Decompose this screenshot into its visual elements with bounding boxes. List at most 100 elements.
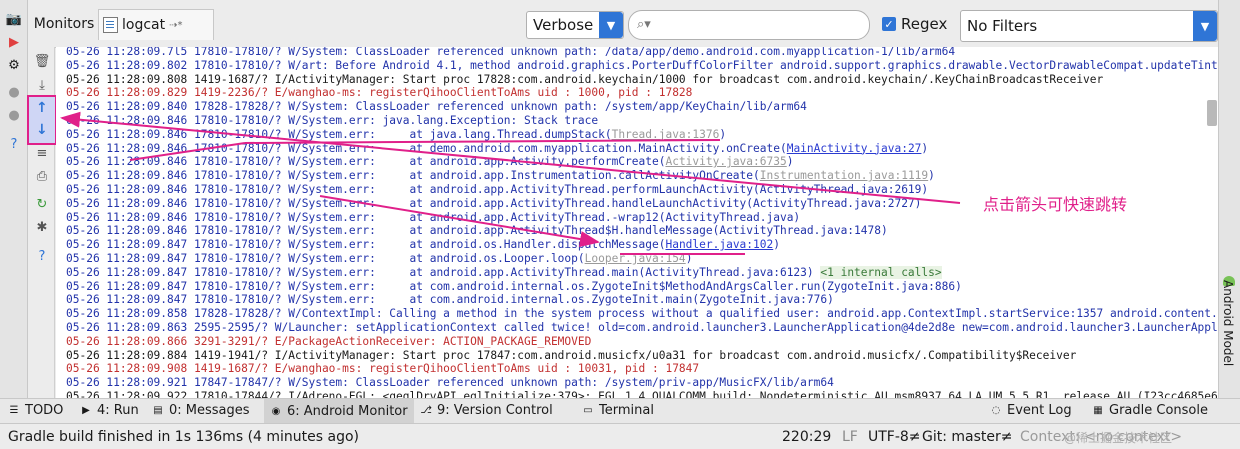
android-icon: ◉	[271, 405, 281, 417]
log-line[interactable]: 05-26 11:28:09.847 17810-17810/? W/Syste…	[66, 265, 942, 280]
log-line[interactable]: 05-26 11:28:09.847 17810-17810/? W/Syste…	[66, 238, 780, 252]
bottom-tab[interactable]: ▶ 4: Run	[80, 403, 139, 418]
log-line[interactable]: 05-26 11:28:09.846 17810-17810/? W/Syste…	[66, 114, 598, 128]
tab-monitors[interactable]: Monitors	[30, 10, 99, 38]
log-level-value: Verbose	[533, 16, 594, 34]
gc-icon[interactable]: ●	[5, 106, 23, 124]
vertical-scrollbar[interactable]	[1207, 100, 1217, 126]
source-link[interactable]: Activity.java:6735	[665, 155, 786, 168]
tab-logcat-label: logcat	[122, 17, 166, 33]
print-icon[interactable]: ⎙	[33, 167, 51, 185]
log-line-text: 05-26 11:28:09.847 17810-17810/? W/Syste…	[66, 265, 821, 279]
cursor-position[interactable]: 220:29	[782, 429, 831, 445]
log-line-text: 05-26 11:28:09.922 17810-17844/? I/Adren…	[66, 390, 1218, 398]
log-line-text: 05-26 11:28:09.846 17810-17810/? W/Syste…	[66, 141, 787, 155]
bottom-tab[interactable]: ▤ 0: Messages	[152, 403, 249, 418]
bottom-tab[interactable]: ▭ Terminal	[582, 403, 654, 418]
log-line[interactable]: 05-26 11:28:09.846 17810-17810/? W/Syste…	[66, 197, 921, 211]
status-message[interactable]: Gradle build finished in 1s 136ms (4 min…	[8, 429, 359, 445]
soft-wrap-icon[interactable]: ≡	[33, 144, 51, 162]
log-line[interactable]: 05-26 11:28:09.847 17810-17810/? W/Syste…	[66, 252, 692, 266]
log-line[interactable]: 05-26 11:28:09.846 17810-17810/? W/Syste…	[66, 211, 800, 225]
system-info-icon[interactable]: ⚙	[5, 56, 23, 74]
log-line[interactable]: 05-26 11:28:09.846 17810-17810/? W/Syste…	[66, 142, 928, 156]
bottom-tab[interactable]: ⎇ 9: Version Control	[420, 403, 552, 418]
help-icon[interactable]: ?	[5, 135, 23, 153]
log-line-text: 05-26 11:28:09.847 17810-17810/? W/Syste…	[66, 238, 666, 252]
source-link[interactable]: MainActivity.java:27	[787, 142, 922, 155]
log-level-select[interactable]: Verbose ▼	[526, 11, 624, 39]
line-separator[interactable]: LF	[842, 429, 858, 445]
log-line[interactable]: 05-26 11:28:09.829 1419-2236/? E/wanghao…	[66, 86, 692, 100]
filter-value: No Filters	[967, 17, 1038, 35]
log-line[interactable]: 05-26 11:28:09.808 1419-1687/? I/Activit…	[66, 73, 1103, 87]
bottom-tab[interactable]: ☰ TODO	[8, 403, 64, 418]
log-line-text: 05-26 11:28:09.847 17810-17810/? W/Syste…	[66, 279, 962, 293]
source-link[interactable]: Instrumentation.java:1119	[760, 169, 928, 182]
folded-calls[interactable]: <1 internal calls>	[820, 265, 942, 279]
messages-icon: ▤	[153, 405, 163, 416]
log-line[interactable]: 05-26 11:28:09.884 1419-1941/? I/Activit…	[66, 349, 1076, 363]
log-line[interactable]: 05-26 11:28:09.866 3291-3291/? E/Package…	[66, 335, 591, 349]
record-icon[interactable]: ▶	[5, 33, 23, 51]
log-line[interactable]: 05-26 11:28:09.846 17810-17810/? W/Syste…	[66, 155, 793, 169]
log-line[interactable]: 05-26 11:28:09.846 17810-17810/? W/Syste…	[66, 128, 726, 142]
file-encoding[interactable]: UTF-8≠	[868, 429, 921, 445]
restart-icon[interactable]: ↻	[33, 195, 51, 213]
log-line-text: 05-26 11:28:09.7l5 17810-17810/? W/Syste…	[66, 47, 956, 58]
log-line[interactable]: 05-26 11:28:09.863 2595-2595/? W/Launche…	[66, 321, 1218, 335]
log-line-suffix: )	[786, 155, 794, 169]
regex-label[interactable]: Regex	[901, 15, 947, 33]
source-link[interactable]: Handler.java:102	[665, 238, 773, 251]
log-line[interactable]: 05-26 11:28:09.840 17828-17828/? W/Syste…	[66, 100, 807, 114]
log-line[interactable]: 05-26 11:28:09.802 17810-17810/? W/art: …	[66, 59, 1218, 73]
source-link[interactable]: Thread.java:1376	[612, 128, 720, 141]
help-icon[interactable]: ?	[33, 247, 51, 265]
tab-logcat[interactable]: logcat ⇢*	[98, 9, 214, 40]
log-line-suffix: )	[719, 127, 727, 141]
bottom-tab[interactable]: ▦ Gradle Console	[1092, 403, 1208, 418]
terminate-icon[interactable]: ●	[5, 83, 23, 101]
watermark: @稀土掘金技术社区	[1064, 431, 1173, 445]
scroll-to-end-icon[interactable]: ⤓	[33, 76, 51, 94]
android-model-tab[interactable]: Android Model	[1221, 280, 1235, 366]
log-line[interactable]: 05-26 11:28:09.846 17810-17810/? W/Syste…	[66, 183, 928, 197]
right-tool-strip: Android Model	[1218, 0, 1240, 398]
bottom-tab-label: Event Log	[1007, 403, 1072, 418]
regex-checkbox[interactable]: ✓	[882, 17, 896, 31]
log-line-text: 05-26 11:28:09.802 17810-17810/? W/art: …	[66, 58, 1218, 72]
next-occurrence-icon[interactable]: ↓	[36, 122, 48, 138]
screenshot-icon[interactable]: 📷	[5, 10, 23, 28]
search-input[interactable]: ⌕▾	[628, 10, 870, 40]
log-line[interactable]: 05-26 11:28:09.921 17847-17847/? W/Syste…	[66, 376, 834, 390]
log-line[interactable]: 05-26 11:28:09.847 17810-17810/? W/Syste…	[66, 280, 962, 294]
log-line-text: 05-26 11:28:09.884 1419-1941/? I/Activit…	[66, 348, 1077, 362]
bottom-toolbar: ☰ TODO ▶ 4: Run ▤ 0: Messages ◉ 6: Android Moni…	[0, 398, 1240, 423]
logcat-icon	[103, 17, 118, 33]
log-line[interactable]: 05-26 11:28:09.846 17810-17810/? W/Syste…	[66, 224, 888, 238]
log-line[interactable]: 05-26 11:28:09.847 17810-17810/? W/Syste…	[66, 293, 834, 307]
log-line-text: 05-26 11:28:09.846 17810-17810/? W/Syste…	[66, 224, 888, 238]
trash-icon[interactable]: 🗑	[33, 52, 51, 70]
log-line[interactable]: 05-26 11:28:09.846 17810-17810/? W/Syste…	[66, 169, 935, 183]
vcs-icon: ⎇	[420, 405, 432, 416]
chevron-down-icon[interactable]: ▼	[1193, 11, 1217, 41]
log-line[interactable]: 05-26 11:28:09.908 1419-1687/? E/wanghao…	[66, 362, 699, 376]
log-line-text: 05-26 11:28:09.846 17810-17810/? W/Syste…	[66, 155, 666, 169]
settings-icon[interactable]: ✱	[33, 218, 51, 236]
source-link[interactable]: Looper.java:154	[585, 252, 686, 265]
log-line[interactable]: 05-26 11:28:09.7l5 17810-17810/? W/Syste…	[66, 47, 955, 59]
log-line-text: 05-26 11:28:09.846 17810-17810/? W/Syste…	[66, 114, 599, 127]
bottom-tab-label: Terminal	[599, 403, 654, 418]
previous-occurrence-icon[interactable]: ↑	[36, 100, 48, 116]
logcat-output[interactable]: 05-26 11:28:09.7l5 17810-17810/? W/Syste…	[56, 47, 1218, 398]
filter-select[interactable]: No Filters ▼	[960, 10, 1218, 42]
log-line-suffix: )	[685, 252, 693, 265]
log-line[interactable]: 05-26 11:28:09.858 17828-17828/? W/Conte…	[66, 307, 1218, 321]
chevron-down-icon[interactable]: ▼	[599, 12, 623, 38]
bottom-tab[interactable]: ◉ 6: Android Monitor	[264, 399, 414, 423]
bottom-tab[interactable]: ◌ Event Log	[990, 403, 1072, 418]
log-line[interactable]: 05-26 11:28:09.922 17810-17844/? I/Adren…	[66, 390, 1218, 398]
pin-icon[interactable]: ⇢*	[169, 20, 182, 31]
git-branch[interactable]: Git: master≠	[922, 429, 1013, 445]
